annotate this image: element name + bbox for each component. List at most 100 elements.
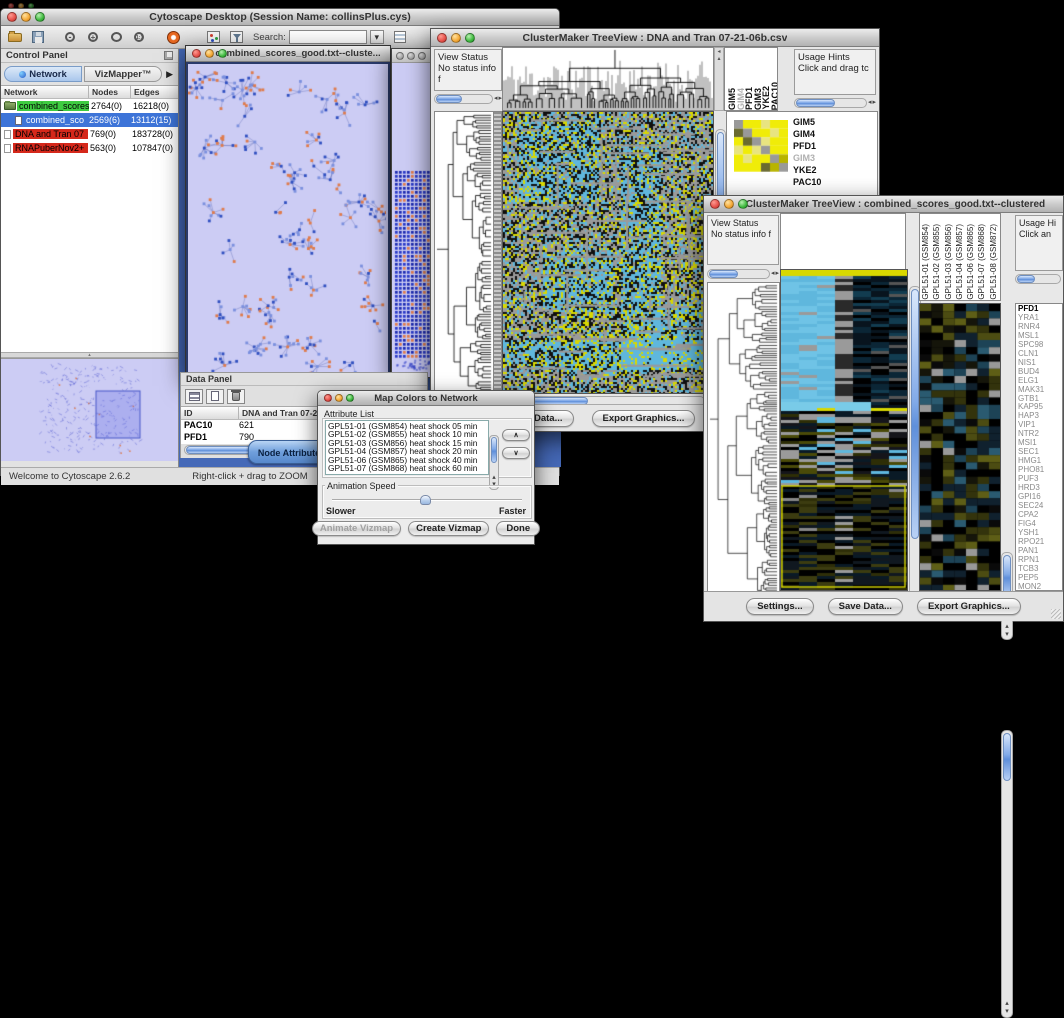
zoom-icon[interactable] bbox=[465, 33, 475, 43]
animation-slider[interactable] bbox=[332, 495, 522, 505]
search-input[interactable] bbox=[289, 30, 367, 44]
scroll-up-icon[interactable]: ▴ bbox=[1002, 1001, 1012, 1007]
zoom-in-icon[interactable]: + bbox=[83, 28, 103, 46]
zoom-icon[interactable] bbox=[218, 49, 227, 58]
minimize-icon[interactable] bbox=[335, 394, 343, 402]
tv2-column-dendrogram-area[interactable] bbox=[780, 213, 906, 269]
settings-button[interactable]: Settings... bbox=[746, 598, 813, 615]
scroll-down-icon[interactable]: ▾ bbox=[1002, 1009, 1012, 1015]
vlabel2-2: GPL51-03 (GSM856) bbox=[944, 224, 955, 300]
animate-vizmap-label: Animate Vizmap bbox=[320, 523, 393, 534]
done-button[interactable]: Done bbox=[496, 521, 540, 536]
resize-grip[interactable] bbox=[1051, 609, 1061, 619]
col-edges[interactable]: Edges bbox=[131, 86, 178, 98]
tv2-heatmap[interactable] bbox=[781, 270, 907, 590]
zoom-fit-icon[interactable]: 1:1 bbox=[129, 28, 149, 46]
col-nodes[interactable]: Nodes bbox=[89, 86, 131, 98]
float-panel-icon[interactable] bbox=[164, 51, 173, 60]
search-dropdown-icon[interactable]: ▾ bbox=[370, 30, 384, 44]
tab-overflow-icon[interactable]: ▶ bbox=[164, 69, 175, 80]
minimize-icon[interactable] bbox=[205, 49, 214, 58]
tv1-row-stems bbox=[494, 111, 502, 394]
export-graphics-button[interactable]: Export Graphics... bbox=[917, 598, 1021, 615]
tab-vizmapper[interactable]: VizMapper™ bbox=[84, 66, 162, 82]
close-icon[interactable] bbox=[7, 12, 17, 22]
tab-network[interactable]: Network bbox=[4, 66, 82, 82]
network-row-1[interactable]: combined_scores_ 2764(0) 16218(0) bbox=[1, 99, 178, 113]
minimize-icon[interactable] bbox=[21, 12, 31, 22]
attribute-browser-icon[interactable] bbox=[390, 28, 410, 46]
move-down-button[interactable]: ∨ bbox=[502, 447, 530, 459]
tv1-heatmap[interactable] bbox=[503, 112, 713, 393]
network-nodes: 769(0) bbox=[88, 129, 130, 139]
scroll-left-icon[interactable]: ◂ bbox=[771, 271, 775, 277]
scroll-left-icon[interactable]: ◂ bbox=[494, 96, 498, 102]
zoom-icon[interactable] bbox=[346, 394, 354, 402]
new-attribute-icon[interactable] bbox=[206, 389, 224, 404]
minimize-icon[interactable] bbox=[451, 33, 461, 43]
treeview2-title-bar[interactable]: ClusterMaker TreeView : combined_scores_… bbox=[704, 196, 1063, 213]
network-tab-icon bbox=[19, 71, 26, 78]
network-overview-canvas[interactable] bbox=[1, 359, 177, 460]
tv1-similarity-matrix[interactable] bbox=[734, 120, 788, 172]
tv2-usage-hints: Usage Hi Click an bbox=[1015, 215, 1063, 271]
export-graphics-button[interactable]: Export Graphics... bbox=[592, 410, 696, 427]
slider-thumb[interactable] bbox=[420, 495, 431, 505]
network-row-4[interactable]: RNAPuberNov2+ 563(0) 107847(0) bbox=[1, 141, 178, 155]
dialog-title-bar[interactable]: Map Colors to Network bbox=[318, 391, 534, 406]
data-col-id[interactable]: ID bbox=[181, 407, 239, 419]
close-icon[interactable] bbox=[324, 394, 332, 402]
main-title-bar[interactable]: Cytoscape Desktop (Session Name: collins… bbox=[1, 9, 559, 26]
network-row-2[interactable]: combined_sco 2569(6) 13112(15) bbox=[1, 113, 178, 127]
tv2-row-dendrogram[interactable] bbox=[708, 283, 779, 601]
tv1-gene-list[interactable]: GIM5GIM4PFD1GIM3YKE2PAC10 bbox=[793, 116, 821, 188]
minimize-icon[interactable] bbox=[407, 52, 415, 60]
save-session-button[interactable] bbox=[28, 28, 48, 46]
close-icon[interactable] bbox=[192, 49, 201, 58]
select-attributes-icon[interactable] bbox=[185, 389, 203, 404]
tv1-usage-hscrollbar[interactable] bbox=[794, 98, 867, 108]
close-icon[interactable] bbox=[710, 199, 720, 209]
close-icon[interactable] bbox=[437, 33, 447, 43]
treeview1-title-bar[interactable]: ClusterMaker TreeView : DNA and Tran 07-… bbox=[431, 29, 879, 47]
dense-network-canvas[interactable] bbox=[392, 63, 434, 377]
zoom-icon[interactable] bbox=[35, 12, 45, 22]
scroll-left-icon[interactable]: ◂ bbox=[868, 100, 872, 106]
scroll-right-icon[interactable]: ▸ bbox=[775, 271, 779, 277]
animate-vizmap-button[interactable]: Animate Vizmap bbox=[312, 521, 401, 536]
tv1-row-dendrogram[interactable] bbox=[435, 112, 493, 393]
zoom-selected-icon[interactable] bbox=[106, 28, 126, 46]
help-icon[interactable] bbox=[163, 28, 183, 46]
attribute-list-vscrollbar[interactable]: ▴ ▾ bbox=[489, 435, 499, 490]
tv2-usage-hscrollbar[interactable] bbox=[1015, 274, 1061, 284]
tv2-gene-list[interactable]: PFD1YRA1RNR4MSL1SPC98CLN1NIS1BUD4ELG1MAK… bbox=[1015, 303, 1063, 591]
filter-icon[interactable] bbox=[226, 28, 246, 46]
create-vizmap-button[interactable]: Create Vizmap bbox=[408, 521, 489, 536]
network-row-3[interactable]: DNA and Tran 07 769(0) 183728(0) bbox=[1, 127, 178, 141]
tv2-gene-vscrollbar[interactable]: ▴ ▾ bbox=[1001, 730, 1013, 1018]
network-edges: 16218(0) bbox=[131, 101, 178, 111]
scroll-up-icon[interactable]: ▴ bbox=[1002, 624, 1012, 630]
minimize-icon[interactable] bbox=[724, 199, 734, 209]
close-icon[interactable] bbox=[396, 52, 404, 60]
tv2-status-hscrollbar[interactable] bbox=[707, 269, 770, 279]
network-canvas[interactable] bbox=[188, 64, 386, 374]
zoom-out-icon[interactable]: - bbox=[60, 28, 80, 46]
open-session-button[interactable] bbox=[5, 28, 25, 46]
network-view-title-bar[interactable]: combined_scores_good.txt--cluste... bbox=[186, 46, 390, 62]
move-up-button[interactable]: ∧ bbox=[502, 429, 530, 441]
col-network[interactable]: Network bbox=[1, 86, 89, 98]
vizmapper-icon[interactable] bbox=[203, 28, 223, 46]
scroll-right-icon[interactable]: ▸ bbox=[872, 100, 876, 106]
tv1-status-hscrollbar[interactable] bbox=[434, 94, 493, 104]
save-data-button[interactable]: Save Data... bbox=[828, 598, 903, 615]
network-overview[interactable] bbox=[1, 358, 178, 461]
view-status-line2: No status info f bbox=[438, 63, 498, 85]
delete-attribute-icon[interactable] bbox=[227, 389, 245, 404]
tv1-splitter[interactable]: ◂▴ bbox=[714, 47, 724, 111]
attribute-listbox[interactable]: GPL51-01 (GSM854) heat shock 05 minGPL51… bbox=[325, 420, 489, 475]
tv1-column-dendrogram[interactable] bbox=[503, 48, 713, 110]
zoom-icon[interactable] bbox=[418, 52, 426, 60]
zoom-icon[interactable] bbox=[738, 199, 748, 209]
tv2-zoom-heatmap[interactable] bbox=[920, 304, 1000, 590]
